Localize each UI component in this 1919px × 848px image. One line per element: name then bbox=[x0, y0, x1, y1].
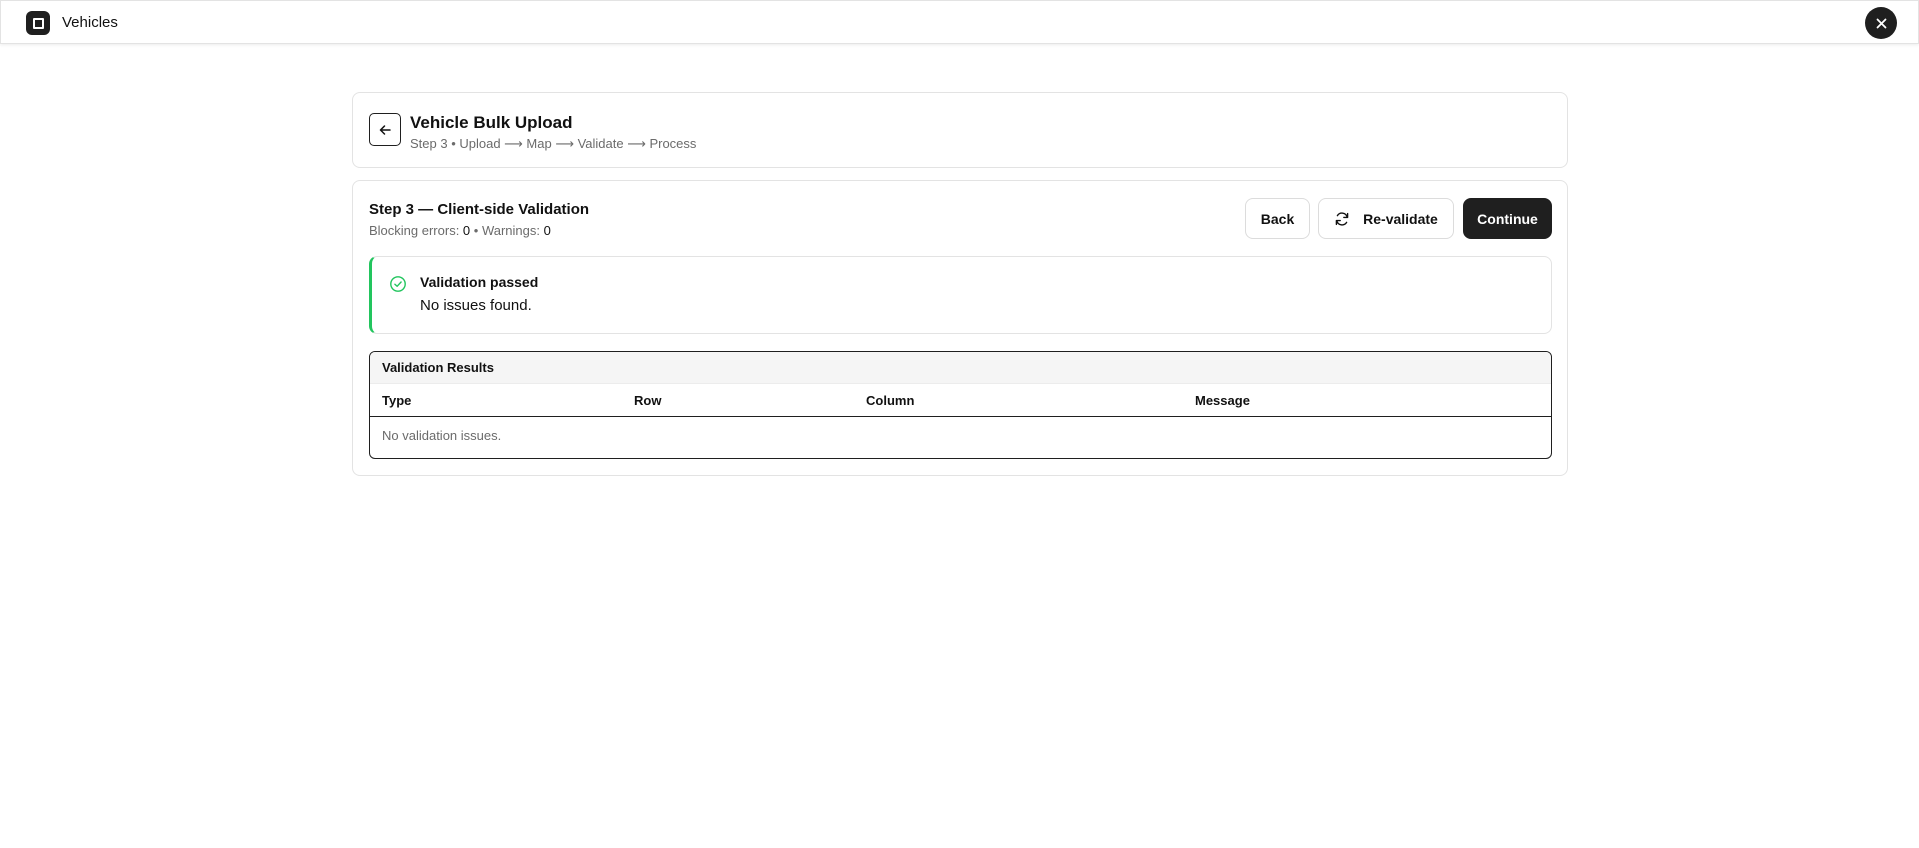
back-arrow-button[interactable] bbox=[369, 113, 401, 146]
back-button[interactable]: Back bbox=[1245, 198, 1310, 239]
step-breadcrumb: Step 3 • Upload ⟶ Map ⟶ Validate ⟶ Proce… bbox=[410, 136, 697, 151]
results-header-row: Type Row Column Message bbox=[370, 384, 1551, 417]
continue-button-label: Continue bbox=[1477, 210, 1538, 227]
validation-summary: Blocking errors: 0 • Warnings: 0 bbox=[369, 223, 551, 238]
refresh-icon bbox=[1334, 211, 1350, 227]
check-circle-icon bbox=[390, 276, 406, 292]
validation-results-table: Validation Results Type Row Column Messa… bbox=[369, 351, 1552, 459]
blocking-errors-label: Blocking errors: bbox=[369, 223, 463, 238]
top-bar: Vehicles bbox=[0, 0, 1919, 44]
square-logo-icon bbox=[26, 11, 50, 35]
alert-title: Validation passed bbox=[420, 274, 539, 290]
close-icon bbox=[1876, 18, 1886, 28]
continue-button[interactable]: Continue bbox=[1463, 198, 1552, 239]
results-empty-state: No validation issues. bbox=[382, 428, 502, 443]
column-header-type: Type bbox=[382, 393, 412, 408]
revalidate-button[interactable]: Re-validate bbox=[1318, 198, 1454, 239]
summary-separator: • bbox=[470, 223, 482, 238]
column-header-message: Message bbox=[1195, 393, 1250, 408]
validation-alert: Validation passed No issues found. bbox=[369, 256, 1552, 334]
page-title: Vehicle Bulk Upload bbox=[410, 113, 573, 132]
column-header-row: Row bbox=[634, 393, 662, 408]
column-header-column: Column bbox=[866, 393, 915, 408]
validation-card: Step 3 — Client-side Validation Blocking… bbox=[352, 180, 1568, 476]
results-title: Validation Results bbox=[370, 352, 1551, 384]
alert-message: No issues found. bbox=[420, 297, 532, 314]
revalidate-button-label: Re-validate bbox=[1363, 210, 1438, 227]
back-button-label: Back bbox=[1260, 210, 1295, 227]
warnings-label: Warnings: bbox=[481, 223, 544, 238]
page-header-card: Vehicle Bulk Upload Step 3 • Upload ⟶ Ma… bbox=[352, 92, 1568, 168]
arrow-left-icon bbox=[379, 124, 391, 135]
step-title: Step 3 — Client-side Validation bbox=[369, 201, 590, 218]
warnings-count: 0 bbox=[543, 223, 551, 238]
close-button[interactable] bbox=[1865, 7, 1897, 39]
app-title: Vehicles bbox=[62, 14, 118, 31]
